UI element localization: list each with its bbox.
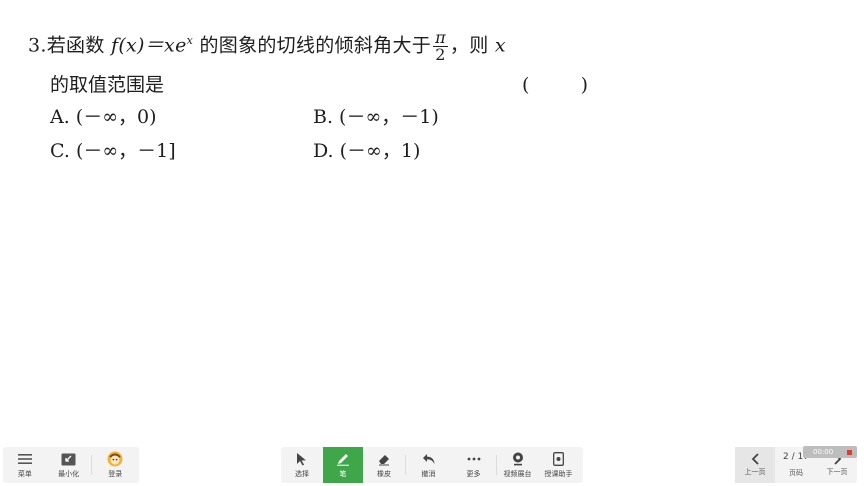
pen-icon xyxy=(335,451,351,467)
question-text-b: 的图象的切线的倾斜角大于 xyxy=(199,34,432,57)
select-tool[interactable]: 选择 xyxy=(281,447,323,483)
more-dots-icon xyxy=(466,451,482,467)
recording-time: 00:00 xyxy=(813,448,834,456)
hamburger-icon xyxy=(17,451,33,467)
next-page-label: 下一页 xyxy=(826,468,848,476)
paren-open: ( xyxy=(522,74,530,96)
minimize-icon xyxy=(61,451,77,467)
more-button[interactable]: 更多 xyxy=(451,447,496,483)
question-line-1: 3.若函数 f(x)＝xex 的图象的切线的倾斜角大于 π 2 ，则 x xyxy=(28,29,506,63)
answer-blank: ( ) xyxy=(522,73,588,97)
left-toolbar: 菜单 最小化 登录 xyxy=(3,447,139,483)
prev-page-button[interactable]: 上一页 xyxy=(735,447,775,483)
record-stop-icon xyxy=(847,449,852,455)
login-button[interactable]: 登录 xyxy=(91,447,139,483)
eraser-tool[interactable]: 橡皮 xyxy=(363,447,405,483)
minimize-button[interactable]: 最小化 xyxy=(47,447,91,483)
video-booth-button[interactable]: 视频展台 xyxy=(497,447,538,483)
page-number-label: 页码 xyxy=(789,469,803,477)
eraser-label: 橡皮 xyxy=(377,470,391,478)
pen-label: 笔 xyxy=(339,470,347,478)
more-label: 更多 xyxy=(466,470,481,478)
option-b: B. (－∞，－1) xyxy=(313,106,439,128)
chevron-left-icon xyxy=(751,453,760,467)
center-toolbar: 选择 笔 橡皮 撤消 更多 视频展台 授课助手 xyxy=(281,447,583,483)
select-label: 选择 xyxy=(295,470,309,478)
question-variable: x xyxy=(494,34,506,57)
assistant-label: 授课助手 xyxy=(544,470,573,478)
undo-label: 撤消 xyxy=(421,470,436,478)
phone-assistant-icon xyxy=(551,451,567,467)
eraser-icon xyxy=(376,451,392,467)
question-area: 3.若函数 f(x)＝xex 的图象的切线的倾斜角大于 π 2 ，则 x 的取值范围是… xyxy=(0,0,864,200)
pi-over-two-fraction: π2 xyxy=(433,29,448,64)
option-c: C. (－∞，－1] xyxy=(50,140,176,162)
undo-icon xyxy=(421,451,437,467)
option-a: A. (－∞，0) xyxy=(50,106,157,128)
assistant-button[interactable]: 授课助手 xyxy=(538,447,579,483)
question-text-a: 若函数 xyxy=(46,34,105,57)
question-line-2: 的取值范围是 xyxy=(50,74,165,96)
paren-close: ) xyxy=(580,74,588,96)
prev-page-label: 上一页 xyxy=(744,468,766,476)
option-d: D. (－∞，1) xyxy=(313,140,421,162)
video-booth-label: 视频展台 xyxy=(503,470,532,478)
fraction-denominator: 2 xyxy=(435,44,446,64)
avatar-icon xyxy=(107,451,123,467)
function-exponent: x xyxy=(186,34,194,47)
function-expr: f(x)＝xe xyxy=(110,34,187,57)
undo-button[interactable]: 撤消 xyxy=(406,447,451,483)
recording-timer[interactable]: 00:00 xyxy=(803,446,857,458)
menu-label: 菜单 xyxy=(17,470,32,478)
login-label: 登录 xyxy=(108,470,123,478)
question-text-c: ，则 xyxy=(449,34,489,57)
question-number: 3. xyxy=(28,34,47,57)
cursor-icon xyxy=(294,451,310,467)
webcam-icon xyxy=(510,451,526,467)
minimize-label: 最小化 xyxy=(58,470,80,478)
menu-button[interactable]: 菜单 xyxy=(3,447,47,483)
pen-tool[interactable]: 笔 xyxy=(323,447,363,483)
